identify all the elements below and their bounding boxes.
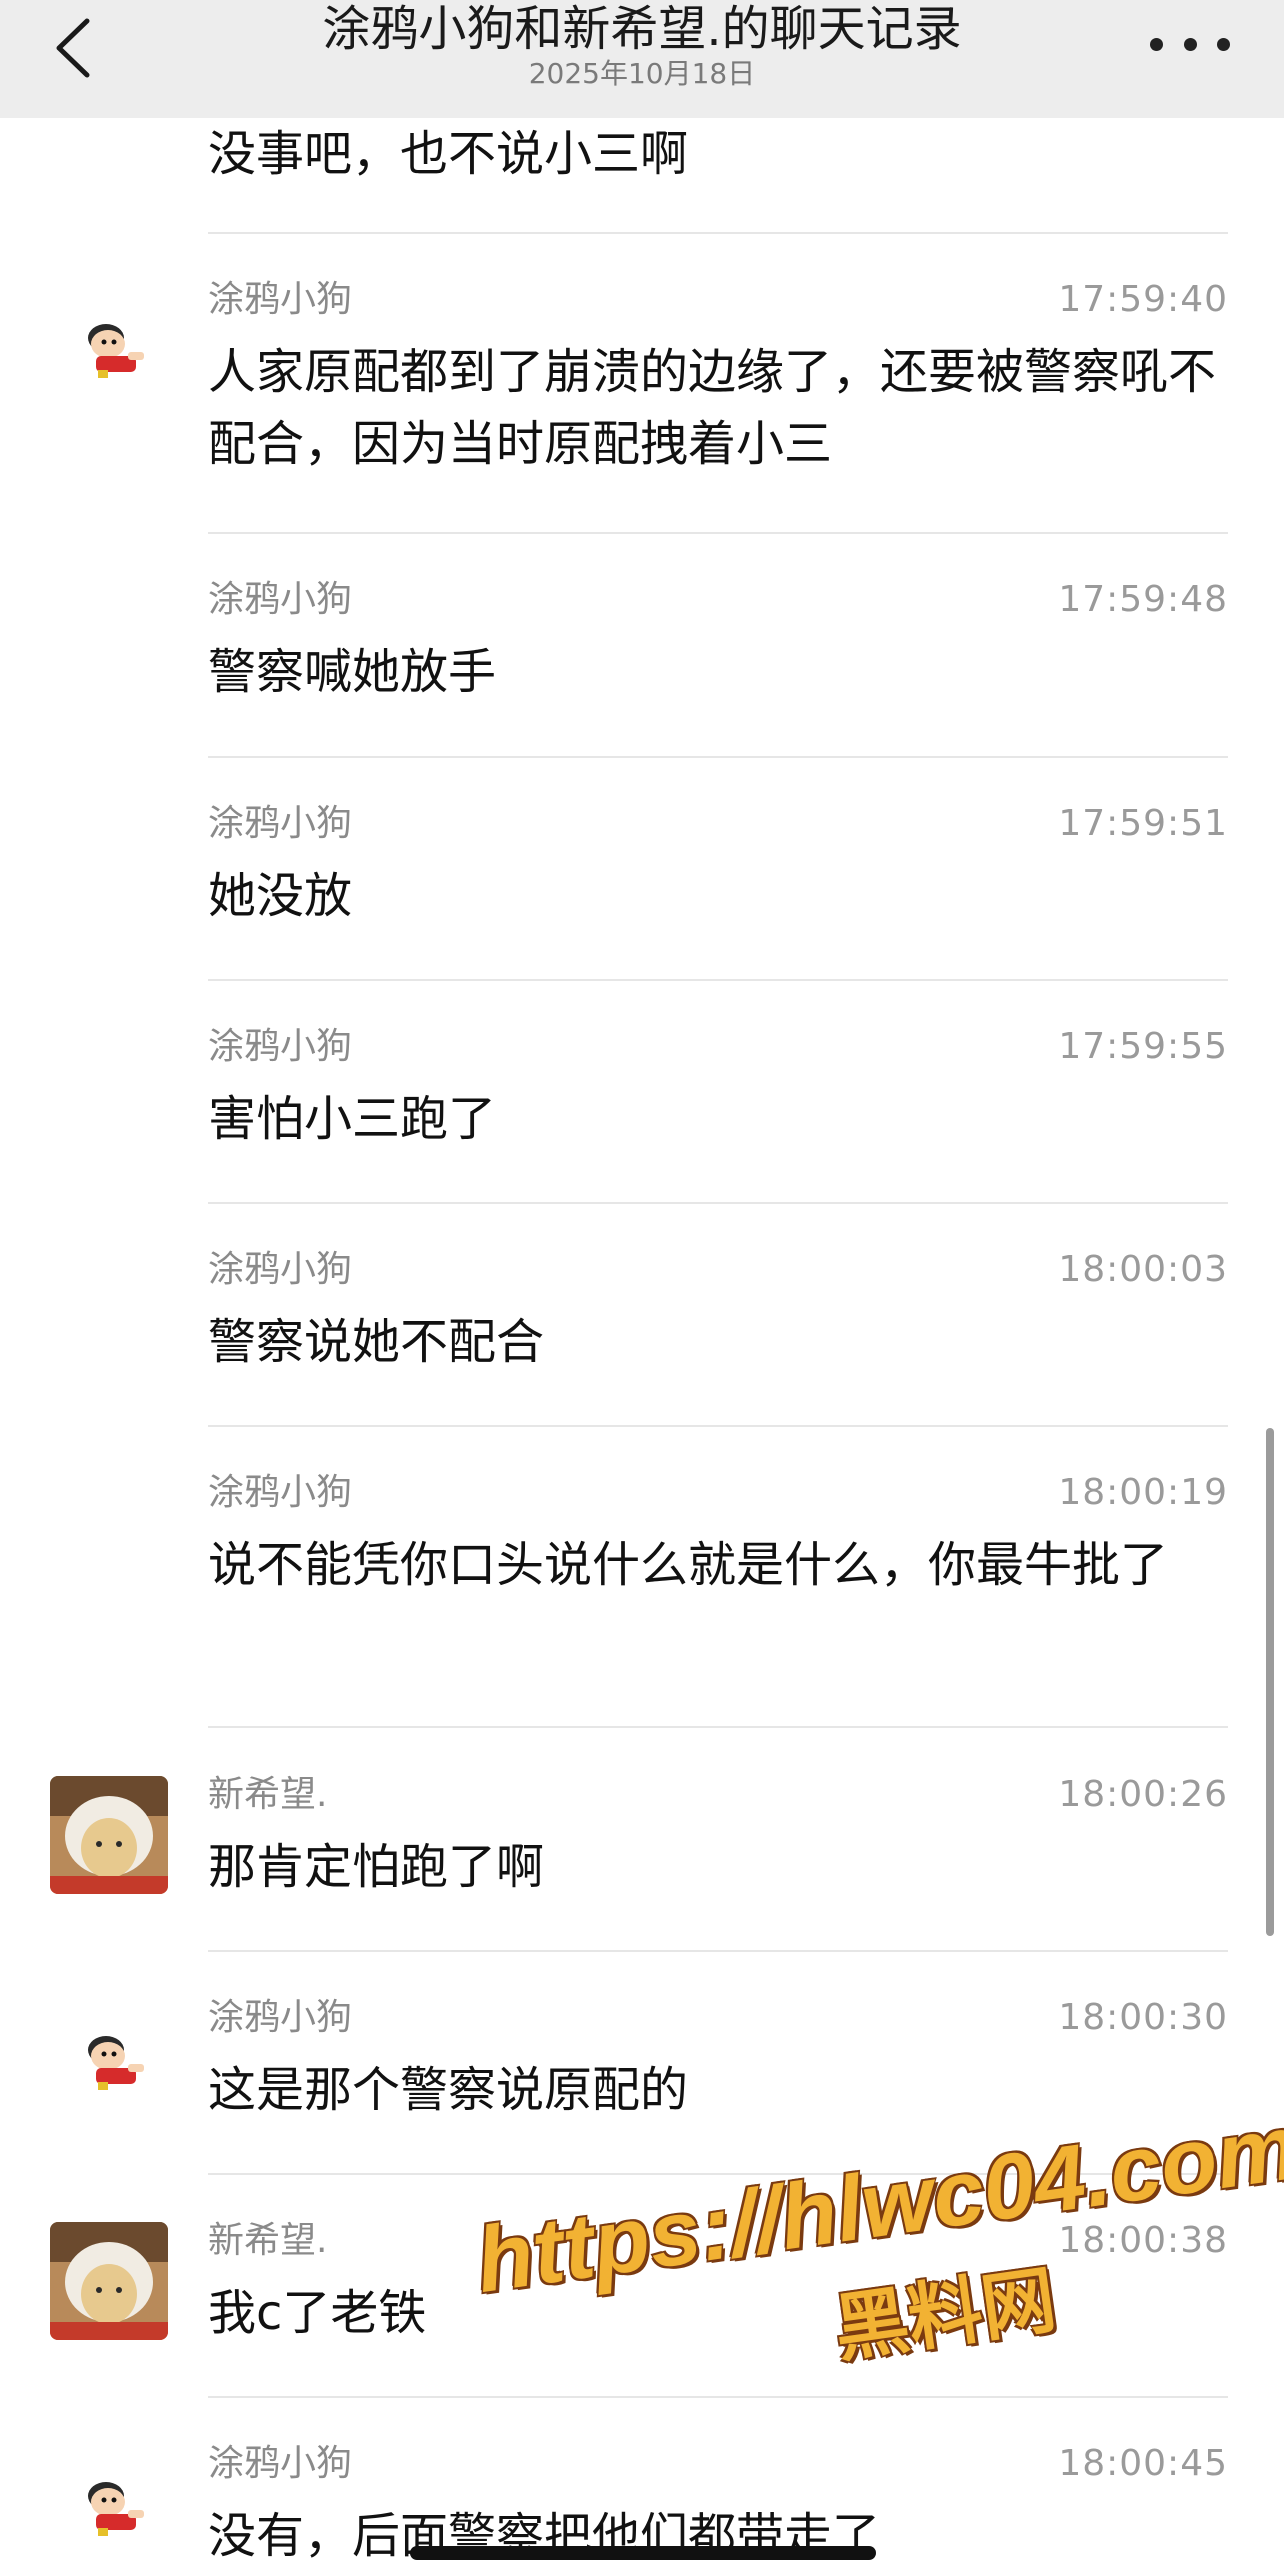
message-time: 18:00:26: [1058, 1774, 1228, 1815]
message-text: 没事吧，也不说小三啊: [208, 126, 689, 182]
message-sender: 涂鸦小狗: [208, 279, 353, 320]
message-sender: 涂鸦小狗: [208, 1472, 353, 1513]
message-divider: [208, 1950, 1228, 1952]
message-sender: 涂鸦小狗: [208, 1249, 353, 1290]
message-text: 那肯定怕跑了啊: [208, 1839, 545, 1895]
message-text: 说不能凭你口头说什么就是什么，你最牛批了: [208, 1537, 1169, 1593]
message-time: 17:59:55: [1058, 1026, 1228, 1067]
more-horizontal-icon: [1183, 37, 1197, 51]
message-text: 害怕小三跑了: [208, 1091, 497, 1147]
page-subtitle-date: 2025年10月18日: [528, 57, 756, 90]
chevron-left-icon: [56, 18, 90, 78]
more-horizontal-icon: [1217, 37, 1230, 51]
message-time: 18:00:03: [1058, 1249, 1228, 1290]
back-button[interactable]: [38, 8, 108, 88]
message-divider: [208, 1202, 1228, 1204]
title-bar: 涂鸦小狗和新希望.的聊天记录 2025年10月18日: [0, 0, 1284, 118]
message-text: 没有，后面警察把他们都带走了: [208, 2508, 881, 2564]
message-text: 警察说她不配合: [208, 1314, 545, 1370]
message-time: 18:00:30: [1058, 1997, 1228, 2038]
message-text: 人家原配都到了崩溃的边缘了，还要被警察吼不配合，因为当时原配拽着小三: [208, 344, 1217, 472]
message-sender: 涂鸦小狗: [208, 1026, 353, 1067]
message-divider: [208, 232, 1228, 234]
message-time: 17:59:48: [1058, 579, 1228, 620]
message-text: 她没放: [208, 868, 353, 924]
message-divider: [208, 1726, 1228, 1728]
cartoon-boy-avatar[interactable]: [76, 2024, 150, 2098]
message-time: 18:00:45: [1058, 2443, 1228, 2484]
message-divider: [208, 532, 1228, 534]
message-sender: 涂鸦小狗: [208, 579, 353, 620]
message-text: 这是那个警察说原配的: [208, 2062, 689, 2118]
message-text: 警察喊她放手: [208, 644, 497, 700]
home-indicator[interactable]: [410, 2546, 876, 2560]
message-sender: 新希望.: [208, 1774, 328, 1815]
message-sender: 涂鸦小狗: [208, 803, 353, 844]
cartoon-boy-avatar[interactable]: [76, 312, 150, 386]
figurine-avatar[interactable]: [50, 2222, 168, 2340]
message-sender: 新希望.: [208, 2220, 328, 2261]
message-time: 17:59:51: [1058, 803, 1228, 844]
message-divider: [208, 756, 1228, 758]
message-divider: [208, 1425, 1228, 1427]
message-divider: [208, 979, 1228, 981]
more-button[interactable]: [1150, 24, 1230, 64]
message-time: 18:00:19: [1058, 1472, 1228, 1513]
scrollbar[interactable]: [1266, 1428, 1274, 1936]
cartoon-boy-avatar[interactable]: [76, 2470, 150, 2544]
more-horizontal-icon: [1150, 37, 1163, 51]
message-sender: 涂鸦小狗: [208, 2443, 353, 2484]
figurine-avatar[interactable]: [50, 1776, 168, 1894]
message-time: 17:59:40: [1058, 279, 1228, 320]
message-sender: 涂鸦小狗: [208, 1997, 353, 2038]
page-title: 涂鸦小狗和新希望.的聊天记录: [322, 1, 962, 57]
